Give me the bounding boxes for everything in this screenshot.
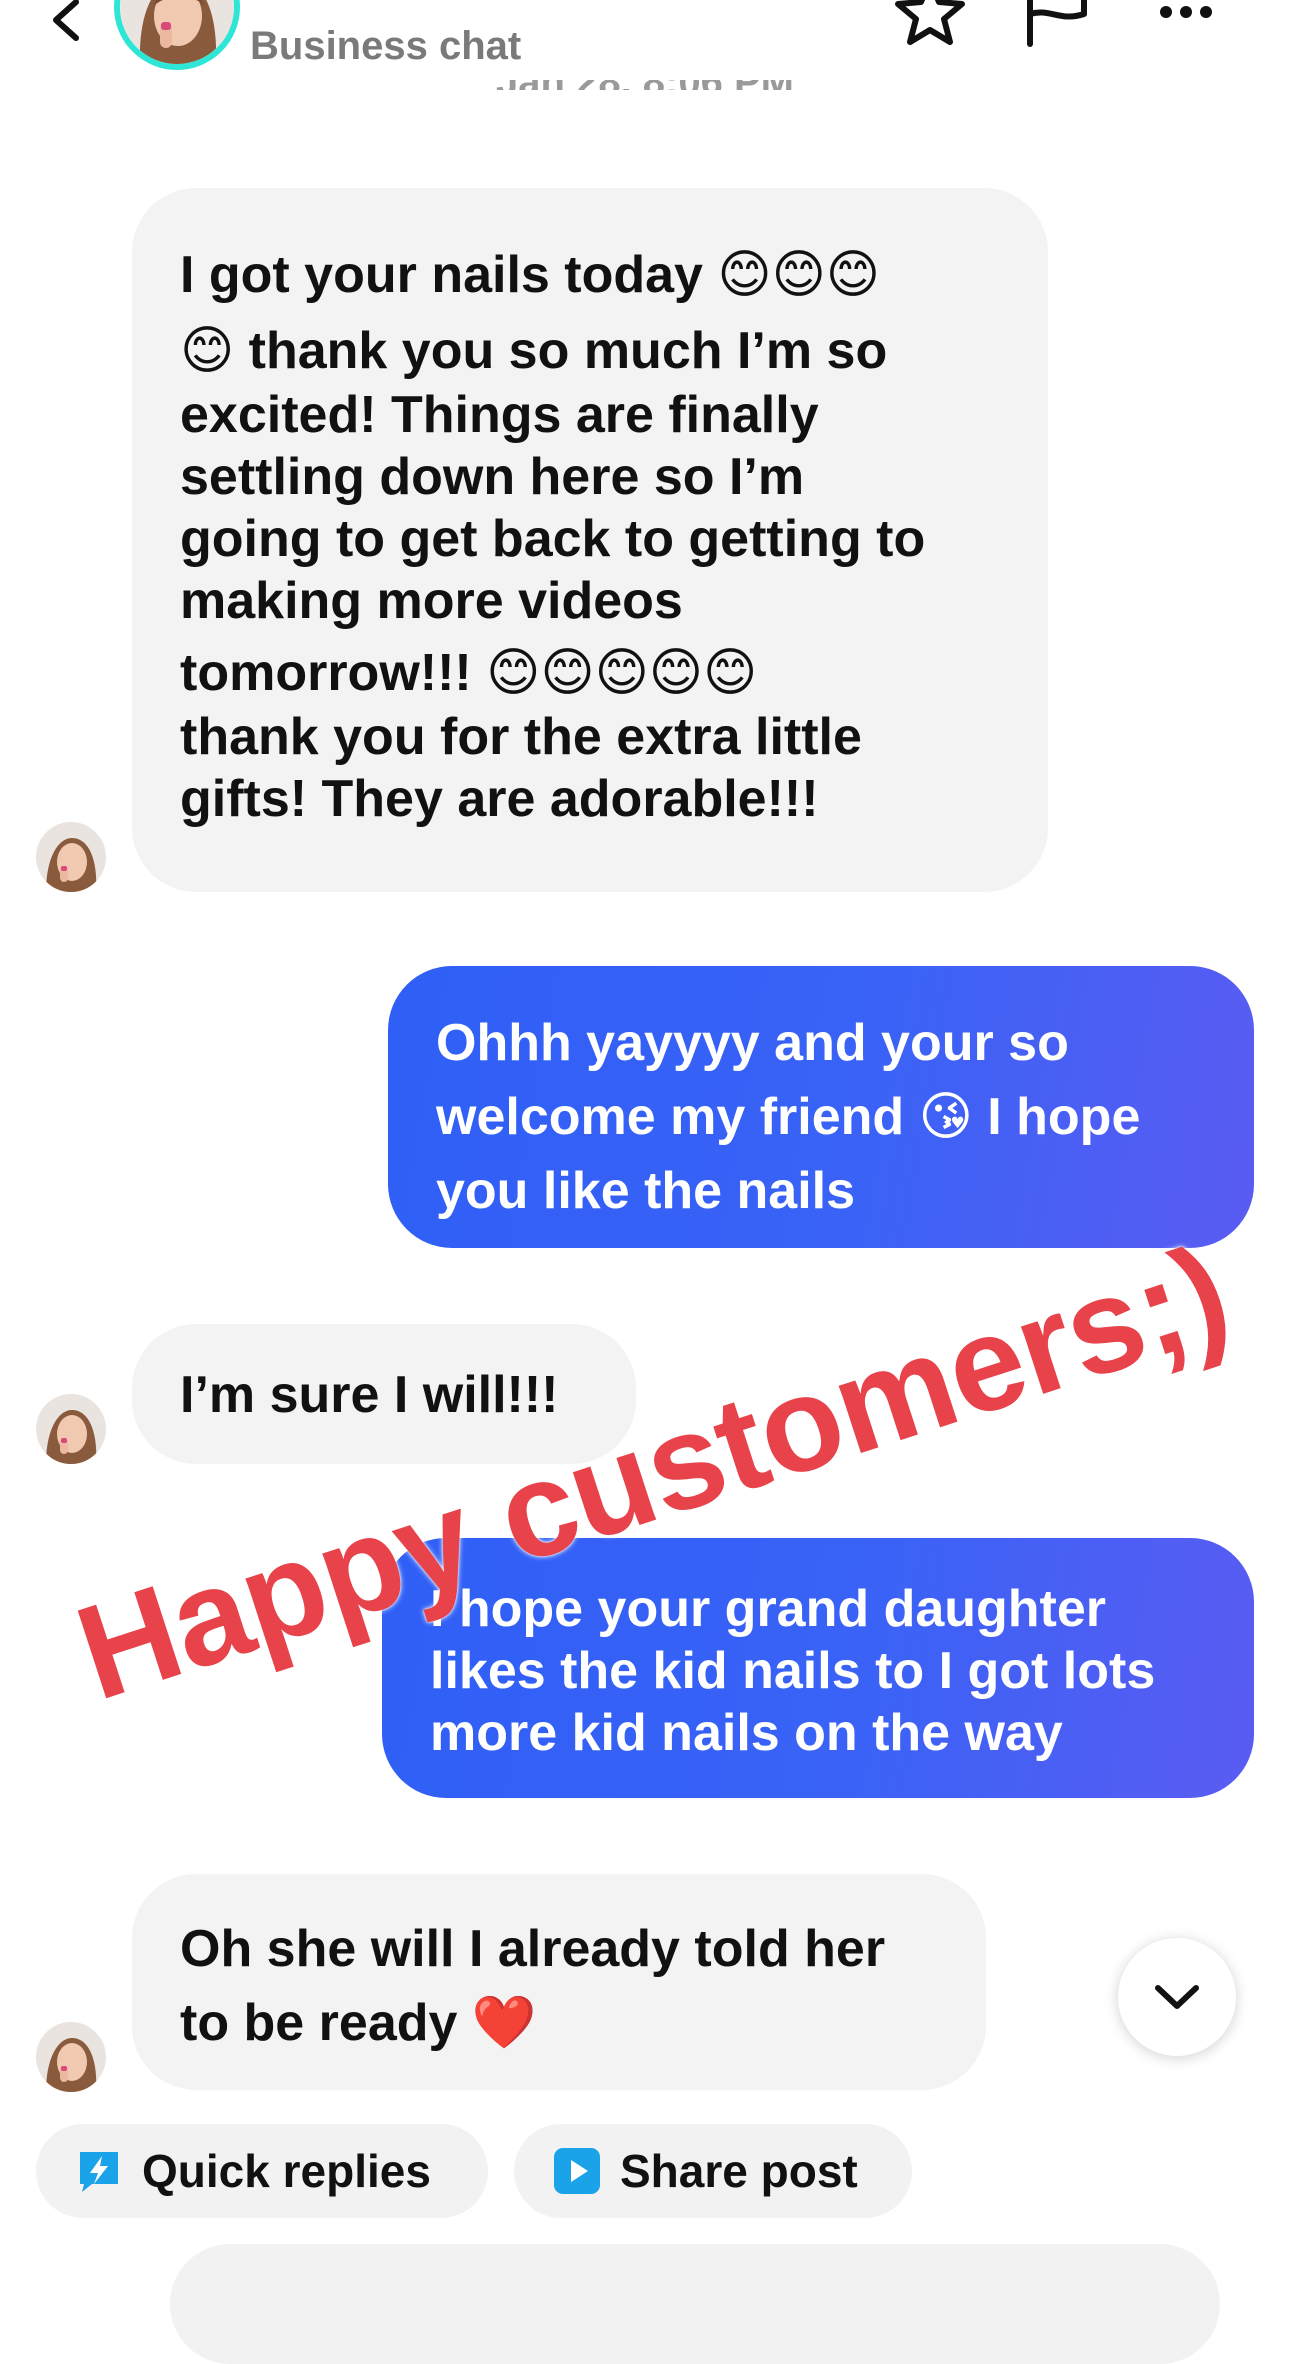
message-line: I got your nails today 😊😊😊: [180, 246, 881, 304]
message-line: more kid nails on the way: [430, 1704, 1063, 1762]
favorite-button[interactable]: [890, 0, 970, 56]
incoming-message[interactable]: Oh she will I already told her to be rea…: [132, 1874, 986, 2090]
outgoing-message[interactable]: Ohhh yayyyy and your so welcome my frien…: [388, 966, 1254, 1248]
message-line: Oh she will I already told her: [180, 1920, 886, 1978]
contact-avatar[interactable]: [114, 0, 240, 70]
more-options-button[interactable]: [1150, 0, 1230, 56]
more-horizontal-icon: [1160, 6, 1212, 18]
report-button[interactable]: [1020, 0, 1100, 56]
message-line: 😊 thank you so much I’m so: [180, 322, 888, 380]
chevron-down-icon: [1155, 1985, 1199, 2009]
message-line: thank you for the extra little: [180, 708, 862, 766]
share-post-label: Share post: [620, 2145, 858, 2197]
message-line: Ohhh yayyyy and your so: [436, 1014, 1069, 1072]
message-line: gifts! They are adorable!!!: [180, 770, 819, 828]
chat-type-label: Business chat: [250, 24, 522, 68]
message-line: making more videos: [180, 572, 683, 630]
message-input[interactable]: [170, 2244, 1220, 2364]
contact-name[interactable]: PressCNaoll: [252, 0, 523, 8]
sender-avatar[interactable]: [36, 2022, 106, 2092]
play-square-icon: [554, 2148, 600, 2194]
quick-replies-button[interactable]: Quick replies: [36, 2124, 488, 2218]
message-line: I hope your grand daughter: [430, 1580, 1107, 1638]
back-button[interactable]: [36, 0, 96, 54]
sender-avatar[interactable]: [36, 1394, 106, 1464]
message-line: tomorrow!!! 😊😊😊😊😊: [180, 644, 758, 702]
sender-avatar[interactable]: [36, 822, 106, 892]
message-line: I’m sure I will!!!: [180, 1366, 559, 1424]
message-line: you like the nails: [436, 1162, 856, 1220]
share-post-button[interactable]: Share post: [514, 2124, 912, 2218]
chevron-left-icon: [53, 0, 79, 41]
lightning-chat-icon: [80, 2152, 118, 2192]
star-icon: [895, 0, 965, 45]
incoming-message[interactable]: I got your nails today 😊😊😊 😊 thank you s…: [132, 188, 1048, 892]
message-line: to be ready ❤️: [180, 1994, 537, 2052]
message-line: going to get back to getting to: [180, 510, 926, 568]
chat-header: PressCNaoll Business chat: [0, 0, 1290, 80]
flag-icon: [1027, 0, 1087, 47]
quick-replies-label: Quick replies: [142, 2145, 431, 2197]
message-line: welcome my friend 😘 I hope: [436, 1088, 1141, 1146]
message-line: excited! Things are finally: [180, 386, 819, 444]
message-line: settling down here so I’m: [180, 448, 805, 506]
message-line: likes the kid nails to I got lots: [430, 1642, 1156, 1700]
scroll-to-bottom-button[interactable]: [1118, 1938, 1236, 2056]
